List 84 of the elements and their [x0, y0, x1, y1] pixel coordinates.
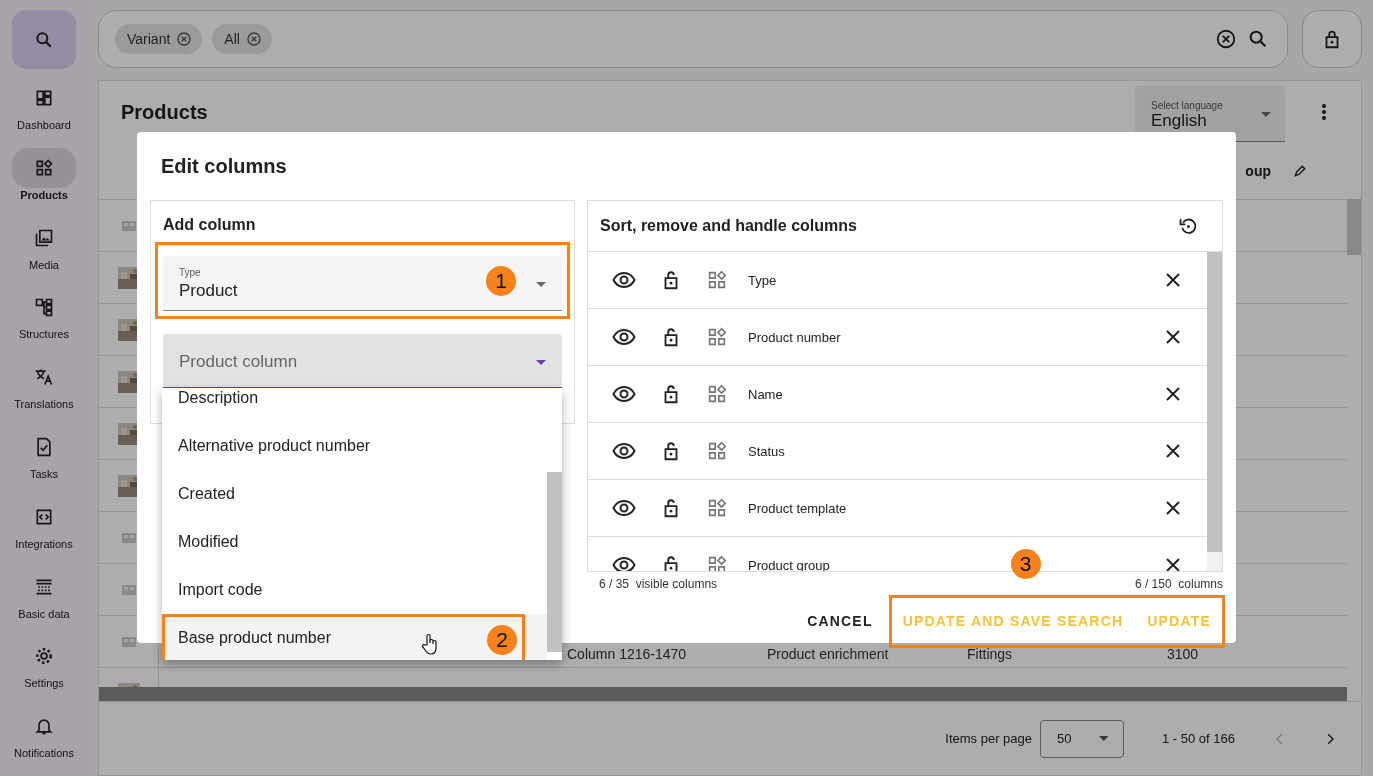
- sidebar-item[interactable]: Translations: [0, 357, 88, 427]
- column-name: Product template: [748, 500, 847, 516]
- column-name: Status: [748, 443, 785, 459]
- table-cell-text: Column 1216-1470: [567, 646, 688, 664]
- search-icon: [34, 29, 54, 50]
- menu-item[interactable]: Modified: [162, 518, 547, 566]
- bell-icon: [34, 716, 54, 737]
- menu-item[interactable]: Import code: [162, 566, 547, 614]
- image-placeholder-icon: [121, 584, 136, 595]
- column-header: oup: [1245, 163, 1271, 179]
- task-icon: [34, 437, 54, 457]
- sidebar-item[interactable]: Tasks: [0, 427, 88, 497]
- scrollbar[interactable]: [99, 687, 1347, 701]
- close-icon[interactable]: [1165, 329, 1181, 345]
- close-icon[interactable]: [1165, 500, 1181, 516]
- dashboard-icon: [34, 88, 54, 108]
- widgets-icon[interactable]: [706, 383, 728, 405]
- menu-item[interactable]: Base product number 2: [162, 614, 547, 660]
- sidebar-item[interactable]: Products: [0, 147, 88, 218]
- step-number: 2: [487, 625, 517, 655]
- image-placeholder-icon: [121, 220, 136, 231]
- widgets-icon[interactable]: [706, 326, 728, 348]
- column-name: Type: [748, 272, 777, 288]
- caret-icon: [536, 360, 546, 365]
- cancel-button[interactable]: CANCEL: [799, 605, 881, 637]
- clear-icon[interactable]: [1215, 28, 1237, 50]
- page-range: 1 - 50 of 166: [1162, 731, 1235, 746]
- sidebar-item[interactable]: Notifications: [0, 706, 88, 776]
- menu-item[interactable]: Created: [162, 470, 547, 518]
- widgets-icon[interactable]: [706, 269, 728, 291]
- page-title: Products: [121, 100, 208, 124]
- widgets-icon: [34, 157, 54, 178]
- page-size-select[interactable]: 50: [1040, 719, 1124, 758]
- section-title: Sort, remove and handle columns: [600, 217, 857, 235]
- step-number: 3: [1010, 549, 1041, 579]
- widgets-icon[interactable]: [706, 440, 728, 462]
- scrollbar[interactable]: [1347, 199, 1361, 255]
- sidebar-item[interactable]: Media: [0, 217, 88, 288]
- column-count: 6 / 150 columns: [1134, 577, 1223, 591]
- column-name: Product number: [748, 329, 841, 345]
- photo-library-icon: [34, 227, 54, 248]
- sidebar-item[interactable]: Integrations: [0, 496, 88, 567]
- caret-icon: [1099, 736, 1109, 741]
- more-icon[interactable]: [1321, 103, 1327, 121]
- close-icon[interactable]: [1165, 443, 1181, 459]
- pencil-icon[interactable]: [1293, 164, 1307, 178]
- image-placeholder-icon: [121, 636, 136, 647]
- table-cell-text: Product enrichment: [767, 646, 890, 664]
- widgets-icon[interactable]: [706, 497, 728, 519]
- translate-icon: [34, 367, 54, 388]
- caret-icon: [1261, 112, 1271, 117]
- section-title: Add column: [163, 216, 257, 234]
- column-select[interactable]: Product column: [163, 334, 562, 389]
- sidebar-item[interactable]: Dashboard: [0, 78, 88, 148]
- caret-icon: [536, 282, 546, 287]
- filter-chip[interactable]: Variant: [115, 24, 203, 54]
- image-placeholder-icon: [121, 532, 136, 543]
- close-icon[interactable]: [1165, 557, 1181, 571]
- scrollbar[interactable]: [547, 388, 562, 660]
- items-per-page-label: Items per page: [945, 731, 1032, 746]
- hand-cursor-icon: [422, 633, 438, 655]
- visible-count: 6 / 35 visible columns: [599, 577, 718, 591]
- hierarchy-icon: [34, 297, 54, 318]
- sidebar-item[interactable]: Structures: [0, 287, 88, 358]
- close-icon[interactable]: [1165, 272, 1181, 288]
- scrollbar[interactable]: [1207, 252, 1222, 571]
- search-icon[interactable]: [1247, 28, 1269, 50]
- sidebar-item[interactable]: Basic data: [0, 566, 88, 637]
- menu-item[interactable]: Alternative product number: [162, 422, 547, 470]
- remove-icon[interactable]: [176, 31, 193, 47]
- table-cell-text: Fittings: [967, 646, 1014, 664]
- filter-chip[interactable]: All: [212, 24, 272, 54]
- widgets-icon[interactable]: [706, 554, 728, 571]
- dialog-title: Edit columns: [160, 153, 288, 179]
- remove-icon[interactable]: [245, 31, 262, 47]
- sidebar-item[interactable]: Settings: [0, 636, 88, 707]
- table-cell-text: 3100: [1167, 646, 1199, 664]
- close-icon[interactable]: [1165, 386, 1181, 402]
- search-button[interactable]: [12, 10, 76, 69]
- lock-button[interactable]: [1302, 10, 1362, 68]
- menu-item[interactable]: Description: [162, 388, 547, 422]
- column-name: Name: [748, 386, 783, 402]
- settings-icon: [34, 646, 54, 667]
- reset-icon[interactable]: [1178, 216, 1198, 236]
